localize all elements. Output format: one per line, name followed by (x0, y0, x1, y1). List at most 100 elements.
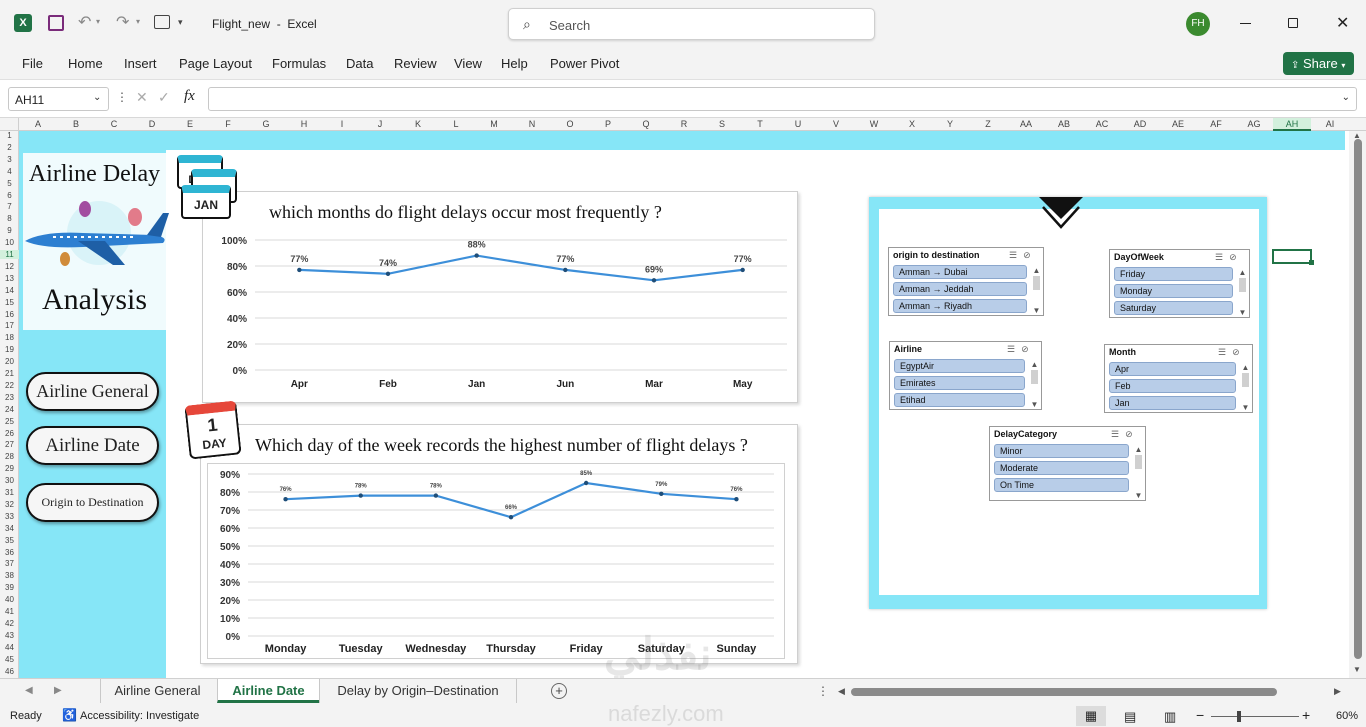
row-header-5[interactable]: 5 (0, 179, 19, 188)
slicer-scroll-thumb[interactable] (1242, 373, 1249, 387)
slicer-item[interactable]: EgyptAir (894, 359, 1025, 373)
clear-filter-icon[interactable]: ⊘ (1023, 250, 1037, 260)
ribbon-tab-insert[interactable]: Insert (124, 56, 157, 71)
undo-icon[interactable]: ↶ (78, 12, 91, 32)
column-header-n[interactable]: N (513, 118, 551, 131)
slicer-scrollbar[interactable]: ▲ ▼ (1241, 363, 1250, 412)
column-header-l[interactable]: L (437, 118, 475, 131)
row-header-11[interactable]: 11 (0, 250, 19, 259)
row-header-44[interactable]: 44 (0, 643, 19, 652)
column-header-f[interactable]: F (209, 118, 247, 131)
ribbon-tab-help[interactable]: Help (501, 56, 528, 71)
sheet-tab-3[interactable]: Delay by Origin–Destination (319, 679, 517, 703)
column-header-m[interactable]: M (475, 118, 513, 131)
row-header-15[interactable]: 15 (0, 298, 19, 307)
multi-select-icon[interactable]: ☰ (1007, 344, 1021, 354)
slicer-scrollbar[interactable]: ▲ ▼ (1030, 360, 1039, 409)
column-header-j[interactable]: J (361, 118, 399, 131)
sheet-tab-2[interactable]: Airline Date (217, 679, 319, 703)
row-header-43[interactable]: 43 (0, 631, 19, 640)
row-header-31[interactable]: 31 (0, 488, 19, 497)
slicer-item[interactable]: Apr (1109, 362, 1236, 376)
more-options-icon[interactable]: ⋮ (116, 90, 128, 104)
slicer-airline[interactable]: Airline ☰⊘ EgyptAir Emirates Etihad ▲ ▼ (889, 341, 1042, 410)
multi-select-icon[interactable]: ☰ (1009, 250, 1023, 260)
slicer-month[interactable]: Month ☰⊘ Apr Feb Jan ▲ ▼ (1104, 344, 1253, 413)
column-header-e[interactable]: E (171, 118, 209, 131)
selected-cell-ah11[interactable] (1272, 249, 1312, 264)
chart-months[interactable]: which months do flight delays occur most… (202, 191, 798, 403)
slicer-dayofweek[interactable]: DayOfWeek ☰⊘ Friday Monday Saturday ▲ ▼ (1109, 249, 1250, 318)
save-icon[interactable] (48, 15, 64, 31)
multi-select-icon[interactable]: ☰ (1215, 252, 1229, 262)
scroll-down-icon[interactable]: ▼ (1238, 308, 1247, 317)
row-header-13[interactable]: 13 (0, 274, 19, 283)
slicer-item[interactable]: Friday (1114, 267, 1233, 281)
name-box-dropdown-icon[interactable]: ⌄ (93, 92, 101, 103)
nav-button-airline-date[interactable]: Airline Date (26, 426, 159, 465)
row-header-24[interactable]: 24 (0, 405, 19, 414)
chart-weekdays[interactable]: Which day of the week records the highes… (200, 424, 798, 664)
column-header-c[interactable]: C (95, 118, 133, 131)
page-break-view-icon[interactable]: ▥ (1164, 709, 1176, 725)
normal-view-icon[interactable]: ▦ (1076, 706, 1106, 726)
minimize-icon[interactable] (1240, 23, 1251, 24)
worksheet-grid[interactable]: Airline Delay Analysis Airline General A… (19, 131, 1349, 678)
row-header-27[interactable]: 27 (0, 440, 19, 449)
row-header-40[interactable]: 40 (0, 595, 19, 604)
column-header-u[interactable]: U (779, 118, 817, 131)
undo-dropdown-icon[interactable]: ▾ (96, 17, 100, 26)
redo-dropdown-icon[interactable]: ▾ (136, 17, 140, 26)
row-header-30[interactable]: 30 (0, 476, 19, 485)
zoom-out-icon[interactable]: − (1196, 707, 1204, 723)
column-header-af[interactable]: AF (1197, 118, 1235, 131)
zoom-slider-thumb[interactable] (1237, 711, 1241, 722)
clear-filter-icon[interactable]: ⊘ (1232, 347, 1246, 357)
user-avatar[interactable]: FH (1186, 12, 1210, 36)
clear-filter-icon[interactable]: ⊘ (1021, 344, 1035, 354)
nav-button-origin-destination[interactable]: Origin to Destination (26, 483, 159, 522)
row-header-14[interactable]: 14 (0, 286, 19, 295)
slicer-item[interactable]: Amman → Dubai (893, 265, 1027, 279)
vertical-scroll-thumb[interactable] (1354, 139, 1362, 659)
scroll-down-icon[interactable]: ▼ (1241, 403, 1250, 412)
column-header-ah[interactable]: AH (1273, 118, 1311, 131)
clear-filter-icon[interactable]: ⊘ (1125, 429, 1139, 439)
slicer-scroll-thumb[interactable] (1033, 276, 1040, 290)
multi-select-icon[interactable]: ☰ (1218, 347, 1232, 357)
customize-toolbar-icon[interactable]: ▾ (178, 17, 183, 28)
ribbon-tab-formulas[interactable]: Formulas (272, 56, 326, 71)
column-header-ac[interactable]: AC (1083, 118, 1121, 131)
horizontal-scroll-thumb[interactable] (851, 688, 1277, 696)
scroll-down-icon[interactable]: ▼ (1030, 400, 1039, 409)
slicer-origin-to-destination[interactable]: origin to destination ☰⊘ Amman → Dubai Amma… (888, 247, 1044, 316)
row-header-10[interactable]: 10 (0, 238, 19, 247)
row-header-3[interactable]: 3 (0, 155, 19, 164)
row-header-16[interactable]: 16 (0, 310, 19, 319)
row-header-18[interactable]: 18 (0, 333, 19, 342)
cancel-entry-icon[interactable]: ✕ (136, 89, 148, 106)
restore-icon[interactable] (1288, 18, 1298, 28)
hscroll-right-icon[interactable]: ▶ (1334, 686, 1341, 697)
row-header-32[interactable]: 32 (0, 500, 19, 509)
row-header-19[interactable]: 19 (0, 345, 19, 354)
slicer-scrollbar[interactable]: ▲ ▼ (1032, 266, 1041, 315)
row-header-4[interactable]: 4 (0, 167, 19, 176)
row-header-42[interactable]: 42 (0, 619, 19, 628)
row-header-23[interactable]: 23 (0, 393, 19, 402)
ribbon-tab-review[interactable]: Review (394, 56, 437, 71)
column-header-w[interactable]: W (855, 118, 893, 131)
slicer-scrollbar[interactable]: ▲ ▼ (1238, 268, 1247, 317)
column-header-i[interactable]: I (323, 118, 361, 131)
row-header-26[interactable]: 26 (0, 429, 19, 438)
scroll-up-icon[interactable]: ▲ (1030, 360, 1039, 369)
nav-button-airline-general[interactable]: Airline General (26, 372, 159, 411)
ribbon-tab-file[interactable]: File (22, 56, 43, 71)
column-header-s[interactable]: S (703, 118, 741, 131)
column-header-a[interactable]: A (19, 118, 57, 131)
slicer-item[interactable]: Saturday (1114, 301, 1233, 315)
row-header-1[interactable]: 1 (0, 131, 19, 140)
row-header-22[interactable]: 22 (0, 381, 19, 390)
name-box[interactable]: AH11 ⌄ (8, 87, 109, 111)
column-header-y[interactable]: Y (931, 118, 969, 131)
